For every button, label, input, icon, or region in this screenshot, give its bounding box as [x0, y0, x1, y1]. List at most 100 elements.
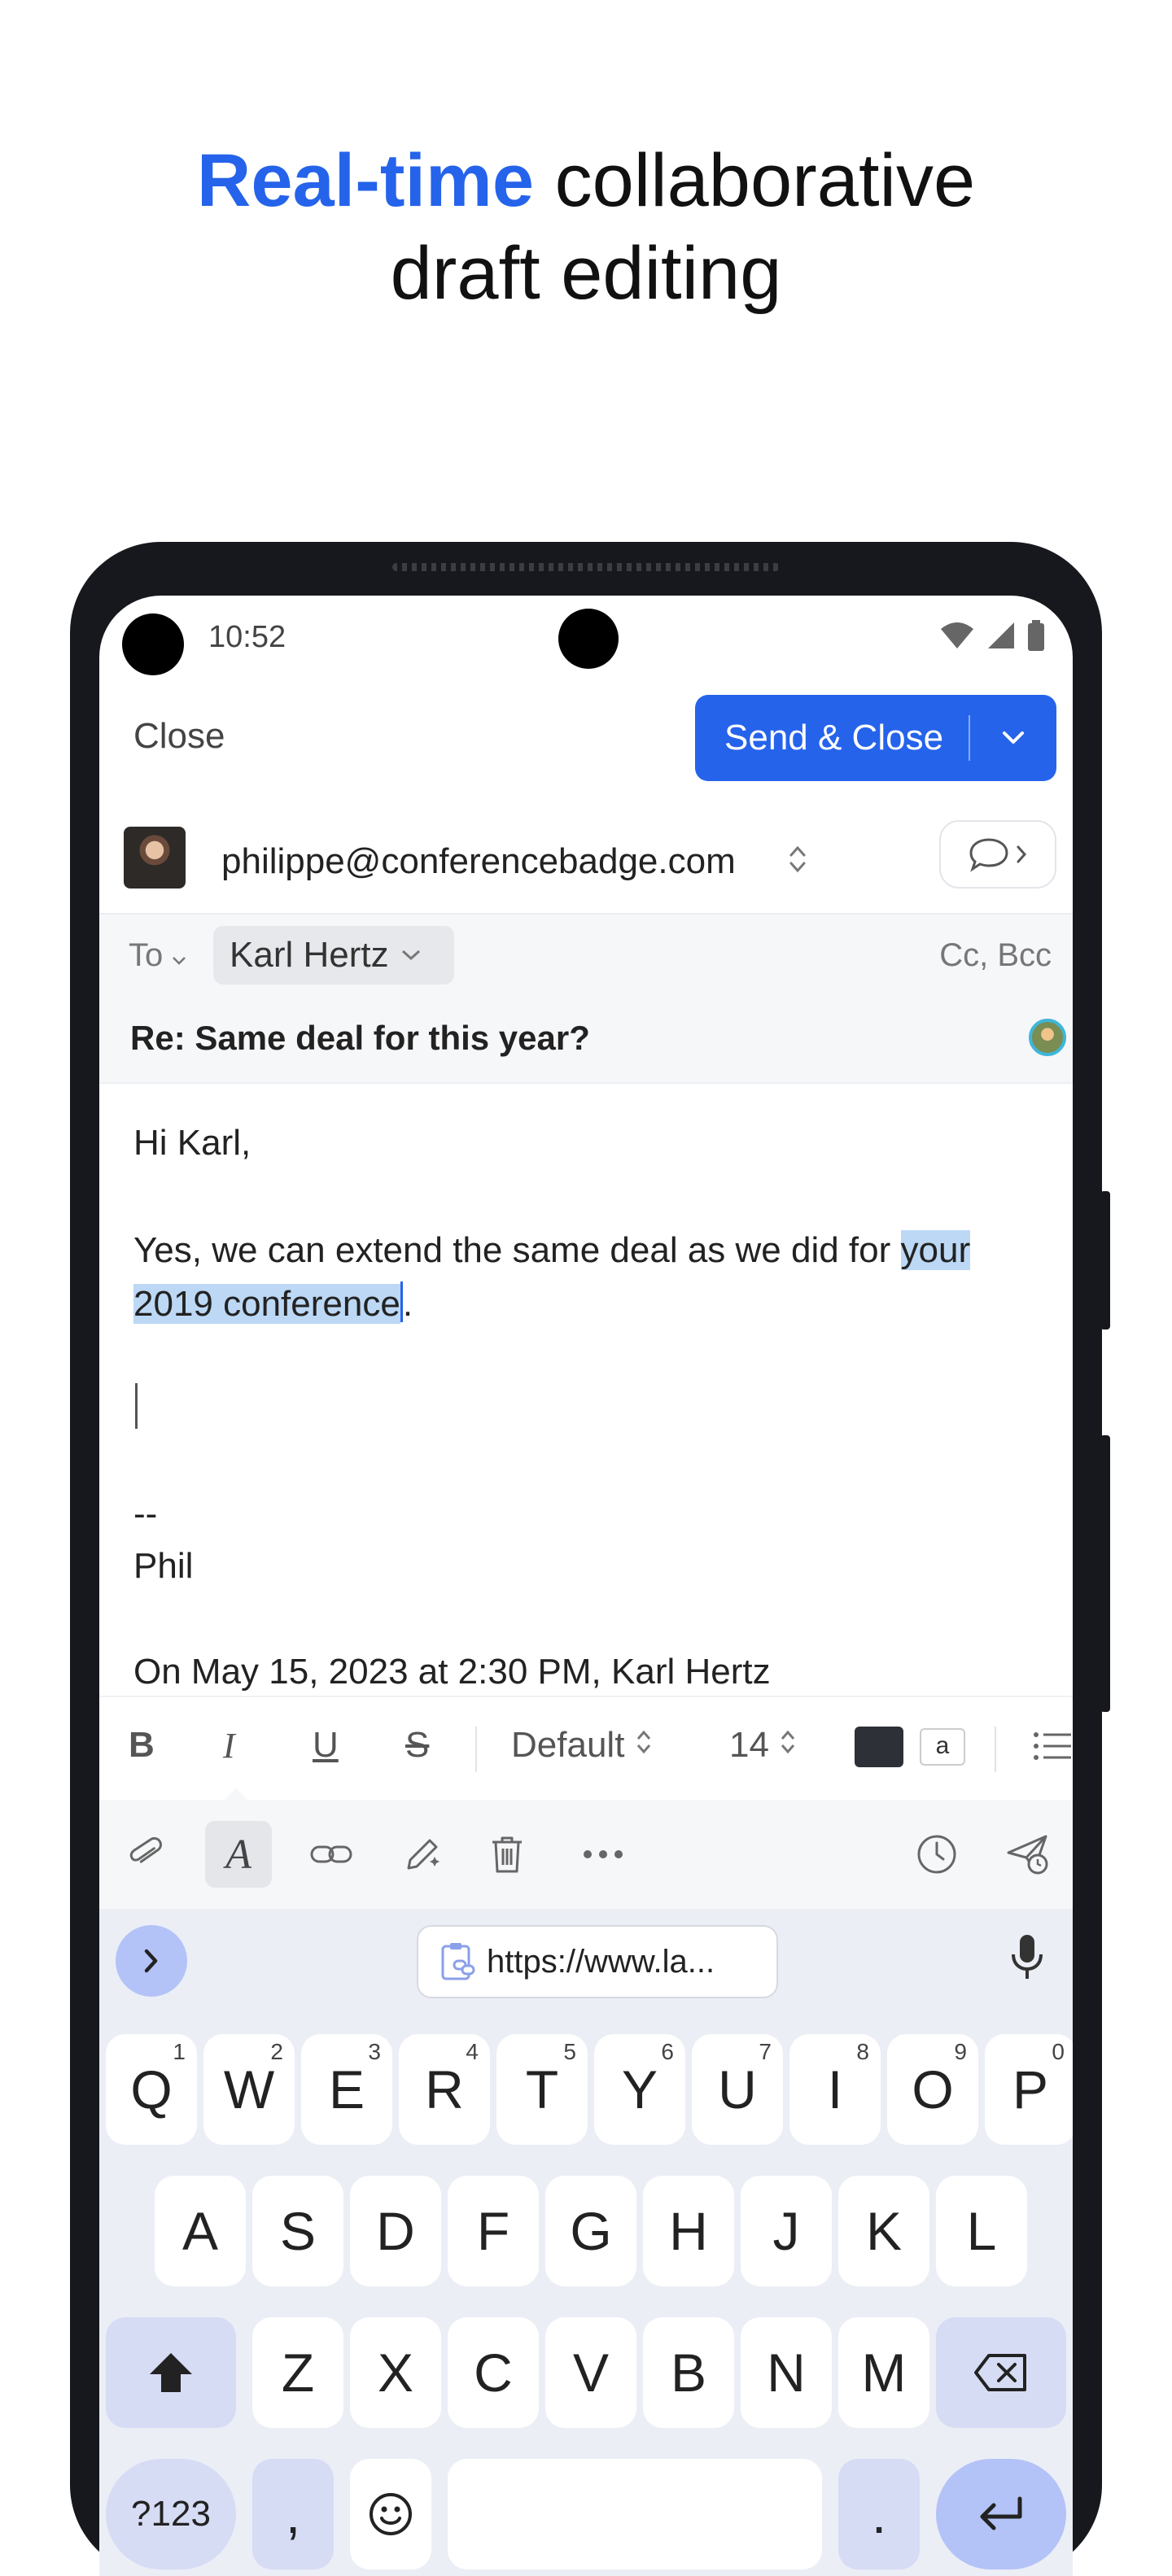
camera-dot-left	[122, 613, 184, 675]
period-key[interactable]: .	[838, 2459, 920, 2569]
send-later-icon[interactable]	[995, 1821, 1061, 1888]
strikethrough-button[interactable]: S	[405, 1725, 429, 1766]
email-body[interactable]: Hi Karl, Yes, we can extend the same dea…	[133, 1116, 1045, 1331]
expand-suggestions-button[interactable]	[116, 1925, 187, 1997]
recipient-chip[interactable]: Karl Hertz	[213, 926, 454, 985]
from-email[interactable]: philippe@conferencebadge.com	[221, 841, 736, 882]
underline-button[interactable]: U	[313, 1725, 339, 1766]
cellular-icon	[988, 622, 1014, 648]
send-close-button[interactable]: Send & Close	[695, 695, 1056, 781]
key-d[interactable]: D	[350, 2176, 441, 2286]
key-q[interactable]: Q1	[106, 2034, 197, 2145]
collaborator-avatar	[1029, 1019, 1066, 1056]
subject-field[interactable]: Re: Same deal for this year?	[130, 1019, 590, 1058]
key-h[interactable]: H	[643, 2176, 734, 2286]
send-close-label: Send & Close	[724, 718, 944, 758]
key-label: L	[966, 2201, 997, 2261]
clipboard-text: https://www.la...	[487, 1943, 715, 1980]
key-t[interactable]: T5	[496, 2034, 588, 2145]
microphone-icon[interactable]	[1011, 1933, 1043, 1980]
schedule-clock-icon[interactable]	[903, 1821, 970, 1888]
enter-key[interactable]	[936, 2459, 1066, 2569]
bold-button[interactable]: B	[129, 1725, 155, 1766]
key-label: A	[181, 2201, 219, 2261]
chevron-down-icon	[1003, 731, 1024, 744]
key-a[interactable]: A	[155, 2176, 246, 2286]
font-family-select[interactable]: Default	[511, 1725, 653, 1766]
key-k[interactable]: K	[838, 2176, 929, 2286]
key-u[interactable]: U7	[692, 2034, 783, 2145]
to-label[interactable]: To	[129, 937, 186, 974]
key-label: B	[670, 2342, 707, 2403]
cc-bcc-button[interactable]: Cc, Bcc	[939, 937, 1052, 974]
key-e[interactable]: E3	[301, 2034, 392, 2145]
quote-header: On May 15, 2023 at 2:30 PM, Karl Hertz	[133, 1652, 771, 1692]
key-label: D	[376, 2201, 415, 2261]
key-z[interactable]: Z	[252, 2317, 343, 2428]
key-r[interactable]: R4	[399, 2034, 490, 2145]
formatting-bar: B I U S Default 14 a	[99, 1696, 1073, 1797]
key-b[interactable]: B	[643, 2317, 734, 2428]
key-m[interactable]: M	[838, 2317, 929, 2428]
key-w[interactable]: W2	[203, 2034, 295, 2145]
headline: Real-time collaborative draft editing	[0, 134, 1172, 320]
key-p[interactable]: P0	[985, 2034, 1073, 2145]
more-icon[interactable]	[570, 1821, 636, 1888]
bullet-list-icon[interactable]	[1032, 1730, 1073, 1762]
font-size-select[interactable]: 14	[729, 1725, 797, 1766]
compose-toolbar: A	[99, 1800, 1073, 1909]
clipboard-suggestion[interactable]: https://www.la...	[417, 1925, 778, 1998]
key-s[interactable]: S	[252, 2176, 343, 2286]
key-l[interactable]: L	[936, 2176, 1027, 2286]
key-y[interactable]: Y6	[594, 2034, 685, 2145]
comma-key[interactable]: ,	[252, 2459, 334, 2569]
volume-button	[1100, 1191, 1110, 1329]
link-icon[interactable]	[298, 1821, 365, 1888]
headline-accent: Real-time	[196, 139, 535, 222]
chevron-updown-icon[interactable]	[788, 843, 807, 875]
key-c[interactable]: C	[448, 2317, 539, 2428]
key-v[interactable]: V	[545, 2317, 636, 2428]
to-row: To Karl Hertz Cc, Bcc	[99, 913, 1073, 999]
status-icons	[939, 620, 1045, 651]
text-color-swatch[interactable]	[855, 1727, 903, 1767]
enter-icon	[980, 2496, 1022, 2530]
symbols-key[interactable]: ?123	[106, 2459, 236, 2569]
key-n[interactable]: N	[741, 2317, 832, 2428]
key-hint: 2	[270, 2039, 283, 2064]
subject-row: Re: Same deal for this year?	[99, 998, 1073, 1084]
wifi-icon	[941, 622, 973, 648]
key-label: K	[865, 2201, 903, 2261]
text-format-icon[interactable]: A	[205, 1821, 272, 1888]
shift-key[interactable]	[106, 2317, 236, 2428]
close-button[interactable]: Close	[133, 716, 225, 757]
key-f[interactable]: F	[448, 2176, 539, 2286]
backspace-icon	[974, 2354, 1026, 2391]
comments-button[interactable]	[939, 820, 1056, 889]
italic-button[interactable]: I	[223, 1725, 235, 1766]
ai-pen-icon[interactable]	[389, 1821, 456, 1888]
front-camera	[558, 609, 619, 669]
emoji-key[interactable]	[350, 2459, 431, 2569]
send-options-dropdown[interactable]	[970, 730, 1056, 746]
key-i[interactable]: I8	[789, 2034, 881, 2145]
signature-separator: --	[133, 1494, 158, 1534]
phone-speaker	[392, 563, 780, 571]
key-g[interactable]: G	[545, 2176, 636, 2286]
highlight-color-button[interactable]: a	[920, 1728, 965, 1766]
key-hint: 1	[173, 2039, 186, 2064]
divider	[995, 1727, 996, 1772]
key-o[interactable]: O9	[887, 2034, 978, 2145]
backspace-key[interactable]	[936, 2317, 1066, 2428]
selected-text: 2019 conference	[133, 1284, 400, 1324]
key-label: Y	[621, 2059, 658, 2120]
chevron-right-icon	[144, 1949, 158, 1973]
text-cursor	[135, 1383, 138, 1429]
key-x[interactable]: X	[350, 2317, 441, 2428]
space-key[interactable]	[448, 2459, 822, 2569]
trash-icon[interactable]	[474, 1821, 540, 1888]
paperclip-icon[interactable]	[112, 1821, 179, 1888]
body-line2: 2019 conference.	[133, 1277, 1045, 1331]
phone-frame: 10:52 Close Send & Close philippe@confer…	[70, 542, 1110, 2576]
key-j[interactable]: J	[741, 2176, 832, 2286]
